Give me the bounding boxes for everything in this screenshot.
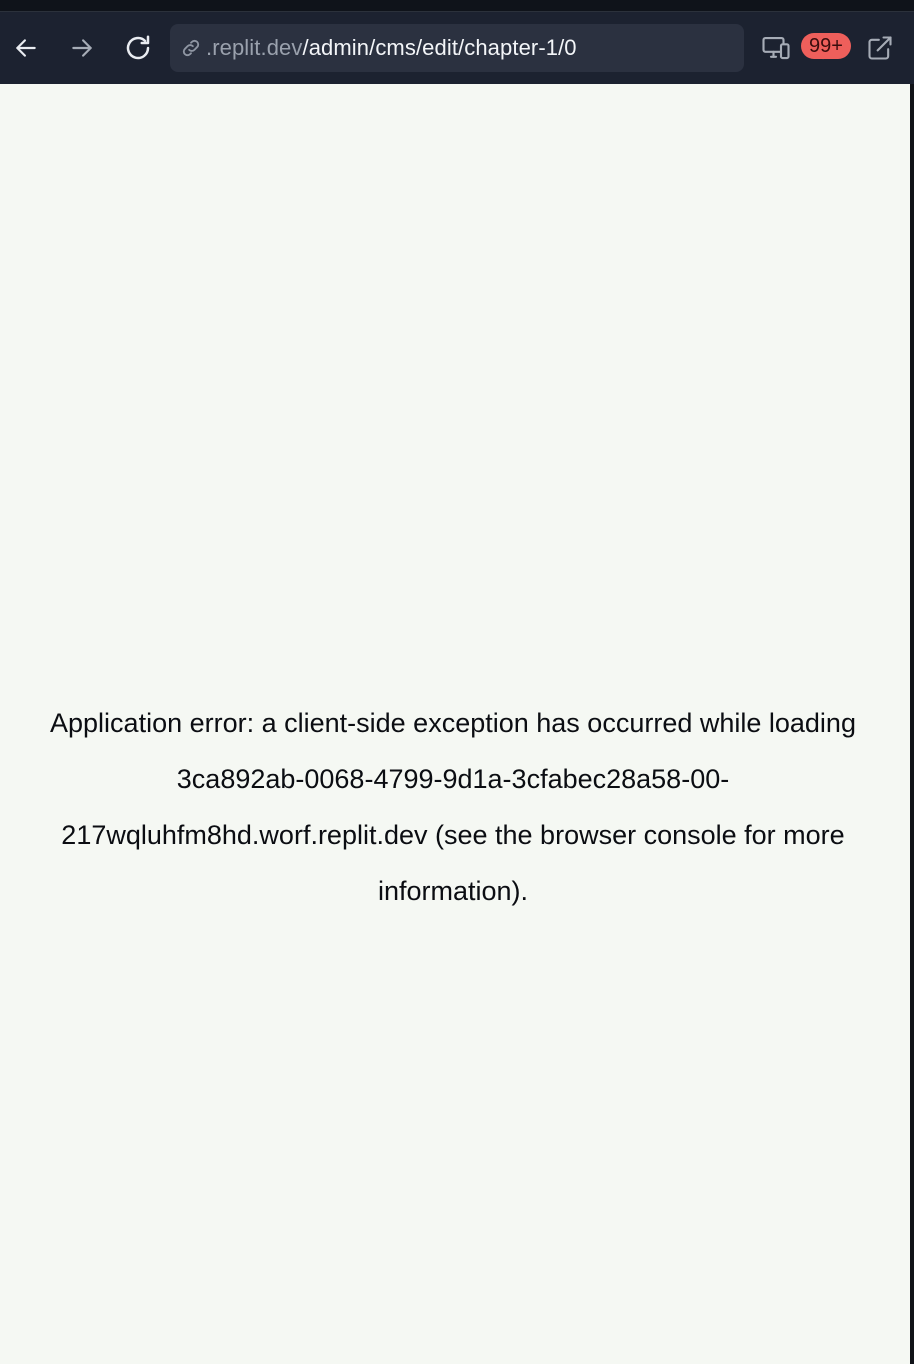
reload-icon	[126, 35, 150, 60]
browser-toolbar: .replit.dev/admin/cms/edit/chapter-1/0 9…	[0, 12, 914, 84]
link-icon	[178, 35, 204, 61]
forward-button[interactable]	[62, 28, 102, 68]
arrow-right-icon	[72, 39, 92, 57]
error-line: 3ca892ab-0068-4799-9d1a-3cfabec28a58-00-	[176, 764, 730, 794]
address-bar[interactable]: .replit.dev/admin/cms/edit/chapter-1/0	[170, 24, 744, 72]
back-button[interactable]	[6, 28, 46, 68]
url-host: .replit.dev	[206, 35, 303, 60]
devices-button[interactable]	[756, 28, 796, 68]
window-top-strip	[0, 0, 914, 12]
notification-badge: 99+	[801, 33, 851, 59]
open-external-button[interactable]	[860, 28, 900, 68]
external-link-icon	[868, 36, 892, 60]
window-edge	[910, 84, 914, 1364]
error-line: Application error: a client-side excepti…	[50, 708, 856, 738]
url-text: .replit.dev/admin/cms/edit/chapter-1/0	[206, 35, 577, 61]
error-line: information).	[377, 876, 529, 906]
reload-button[interactable]	[118, 28, 158, 68]
devices-icon	[762, 36, 790, 60]
error-line: 217wqluhfm8hd.worf.replit.dev (see the b…	[61, 820, 845, 850]
application-error-message: Application error: a client-side excepti…	[0, 695, 906, 919]
arrow-left-icon	[16, 39, 36, 57]
url-path: /admin/cms/edit/chapter-1/0	[302, 35, 577, 60]
